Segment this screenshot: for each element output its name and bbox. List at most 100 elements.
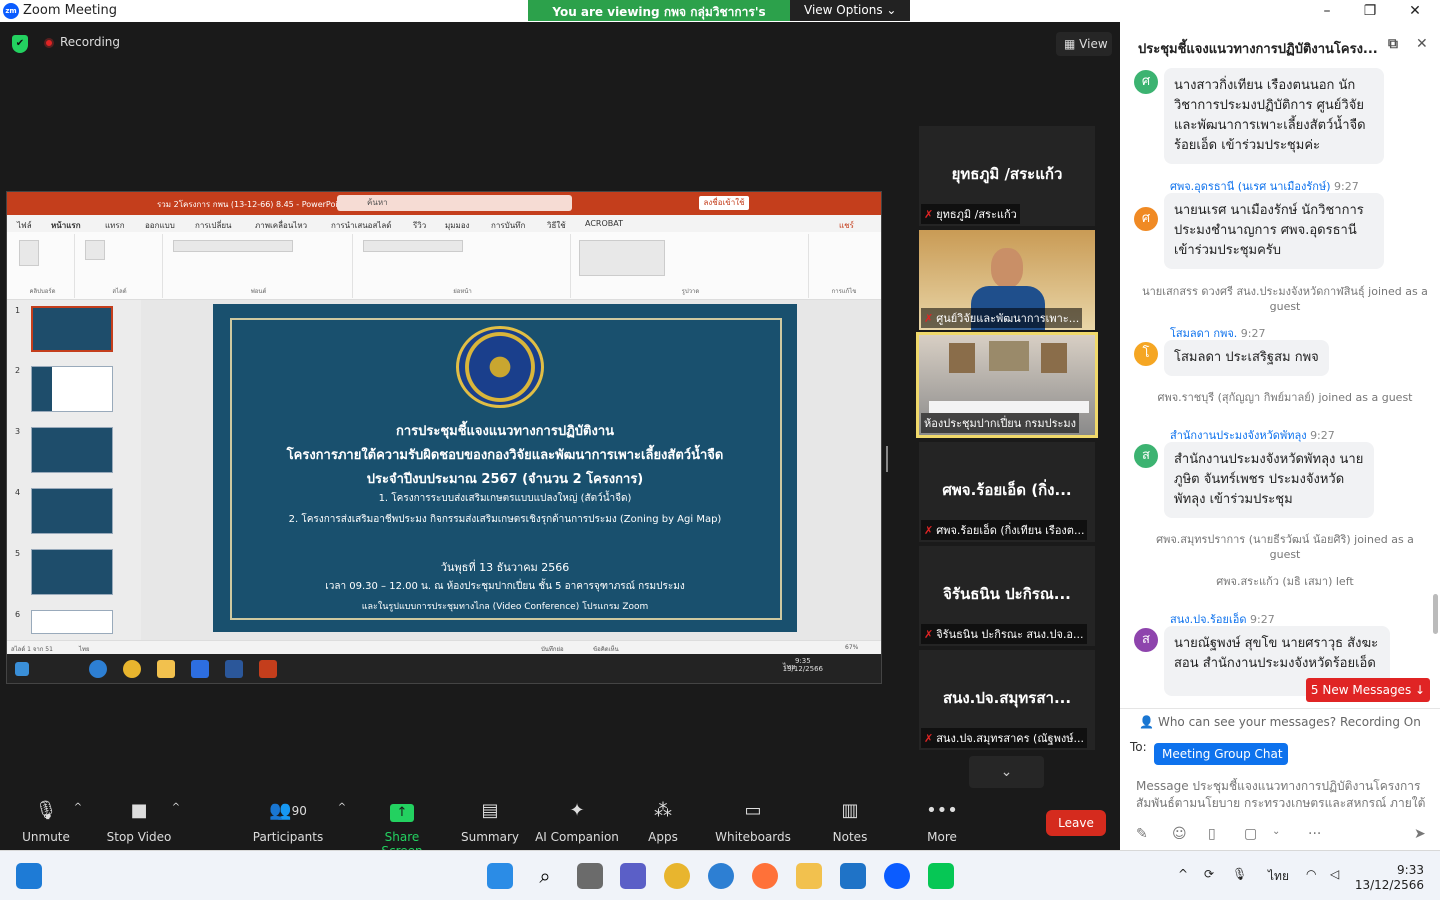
comments-button[interactable]: ข้อคิดเห็น <box>593 644 619 654</box>
close-window-button[interactable]: ✕ <box>1392 0 1438 22</box>
splitter-handle[interactable] <box>886 446 888 472</box>
slide-thumbnail[interactable] <box>31 427 113 473</box>
ppt-tab: การบันทึก <box>491 221 526 230</box>
muted-mic-icon: 🎙 <box>34 800 58 821</box>
line-app-icon[interactable] <box>928 863 954 889</box>
search-icon[interactable]: ⌕ <box>532 863 558 889</box>
microphone-icon[interactable]: 🎙 <box>1232 867 1247 881</box>
desktop-app-icon[interactable] <box>16 863 42 889</box>
language-indicator[interactable]: ไทย <box>1268 867 1289 886</box>
active-speaker-tile[interactable]: ห้องประชุมปากเปี่ยน กรมประมง <box>916 332 1098 438</box>
system-message: ศพจ.สมุทรปราการ (นายธีรวัฒน์ น้อยศิริ) j… <box>1156 533 1414 561</box>
slide-thumbnail[interactable] <box>31 306 113 352</box>
shared-screen[interactable]: รวม 2โครงการ กพน (13-12-66) 8.45 - Power… <box>6 191 882 684</box>
recipient-dropdown[interactable]: Meeting Group Chat ⌄ <box>1154 743 1288 783</box>
slide-count: สไลด์ 1 จาก 51 <box>11 646 53 653</box>
windows-start-icon[interactable] <box>487 863 513 889</box>
chevron-down-icon: ⌄ <box>886 3 897 17</box>
video-options-caret[interactable]: ^ <box>170 802 182 813</box>
share-screen-button[interactable]: ↑Share Screen <box>364 798 440 858</box>
participant-caption: ✗ ศูนย์วิจัยและพัฒนาการเพาะ... <box>921 308 1083 328</box>
participants-label: Participants <box>252 830 324 844</box>
emoji-icon[interactable]: ☺ <box>1172 826 1187 842</box>
ai-companion-label: AI Companion <box>535 830 619 844</box>
slide-item-2: 2. โครงการส่งเสริมอาชีพประมง กิจกรรมส่งเ… <box>288 514 722 525</box>
slide-thumbnail[interactable] <box>31 549 113 595</box>
participant-tile[interactable]: ศพจ.ร้อยเอ็ด (กิ่ง... ✗ ศพจ.ร้อยเอ็ด (กิ่… <box>919 442 1095 542</box>
more-button[interactable]: ••• More <box>918 798 966 844</box>
participant-tile[interactable]: ✗ ศูนย์วิจัยและพัฒนาการเพาะ... <box>919 230 1095 330</box>
leave-button[interactable]: Leave <box>1046 810 1106 836</box>
ppt-tab: ออกแบบ <box>145 221 175 230</box>
task-view-icon[interactable] <box>577 863 603 889</box>
view-button[interactable]: ▦ View <box>1056 32 1112 56</box>
more-dots-icon[interactable]: ··· <box>1308 826 1321 842</box>
participant-tile[interactable]: จิรันธนิน ปะกิรณ... ✗ จิรันธนิน ปะกิรณะ ส… <box>919 546 1095 646</box>
send-icon[interactable]: ➤ <box>1414 826 1426 842</box>
participants-button[interactable]: 👥90 Participants <box>252 798 324 844</box>
chat-scrollbar[interactable] <box>1433 594 1438 634</box>
slide-time: เวลา 09.30 – 12.00 น. ณ ห้องประชุมปากเปี… <box>325 581 685 592</box>
minimize-button[interactable]: – <box>1304 0 1350 22</box>
sync-icon[interactable]: ⟳ <box>1204 867 1214 881</box>
encryption-shield-icon[interactable]: ✔ <box>12 35 28 53</box>
message-input[interactable]: Message ประชุมชี้แจงแนวทางการปฏิบัติงานโ… <box>1136 778 1430 814</box>
summary-icon: ▤ <box>481 800 499 821</box>
ppt-titlebar: รวม 2โครงการ กพน (13-12-66) 8.45 - Power… <box>7 192 881 215</box>
stop-video-button[interactable]: ■ Stop Video <box>104 798 174 844</box>
wall-picture <box>1041 343 1067 373</box>
participant-tile[interactable]: สนง.ปจ.สมุทรสา... ✗ สนง.ปจ.สมุทรสาคร (ณัฐ… <box>919 650 1095 750</box>
scroll-tiles-down-button[interactable]: ⌄ <box>969 756 1044 788</box>
grid-view-icon: ▦ <box>1064 37 1076 51</box>
ai-companion-button[interactable]: ✦ AI Companion <box>534 798 620 844</box>
ppt-tab: การนำเสนอสไลด์ <box>331 221 392 230</box>
edge-icon[interactable] <box>708 863 734 889</box>
file-icon[interactable]: ▯ <box>1208 826 1216 842</box>
screenshot-icon[interactable]: ▢ <box>1244 826 1257 842</box>
slide-thumbnail[interactable] <box>31 488 113 534</box>
windows-taskbar: ⌕ ^ ⟳ 🎙 ไทย ◠ ◁ 9:33 13/12/2566 <box>0 850 1440 900</box>
apps-button[interactable]: ⁂ Apps <box>640 798 686 844</box>
notes-button[interactable]: บันทึกย่อ <box>541 644 564 654</box>
taskbar-clock[interactable]: 9:33 13/12/2566 <box>1355 863 1424 893</box>
current-slide: การประชุมชี้แจงแนวทางการปฏิบัติงาน โครงก… <box>213 304 797 632</box>
participant-name: ศพจ.ร้อยเอ็ด (กิ่ง... <box>942 481 1072 499</box>
close-chat-icon[interactable]: ✕ <box>1416 36 1428 52</box>
wifi-icon[interactable]: ◠ <box>1306 867 1316 881</box>
summary-button[interactable]: ▤ Summary <box>460 798 520 844</box>
zoom-app-icon[interactable] <box>884 863 910 889</box>
maximize-button[interactable]: ❐ <box>1347 0 1393 22</box>
firefox-icon[interactable] <box>752 863 778 889</box>
unmute-button[interactable]: 🎙 Unmute <box>16 798 76 844</box>
new-messages-button[interactable]: 5 New Messages ↓ <box>1306 678 1430 702</box>
recording-indicator[interactable]: Recording <box>44 35 120 49</box>
chat-message: โสมลดา ประเสริฐสม กพจ <box>1164 340 1329 376</box>
slide-thumbnail[interactable] <box>31 366 113 412</box>
participant-tile[interactable]: ยุทธภูมิ /สระแก้ว ✗ ยุทธภูมิ /สระแก้ว <box>919 126 1095 226</box>
ppt-tab: แทรก <box>105 221 125 230</box>
view-options-button[interactable]: View Options ⌄ <box>790 0 910 21</box>
volume-icon[interactable]: ◁ <box>1330 867 1339 881</box>
whiteboards-button[interactable]: ▭ Whiteboards <box>714 798 792 844</box>
notes-button[interactable]: ▥ Notes <box>826 798 874 844</box>
participants-caret[interactable]: ^ <box>336 802 348 813</box>
video-camera-icon: ■ <box>130 800 148 821</box>
who-can-see-link[interactable]: 👤 Who can see your messages? Recording O… <box>1120 708 1440 736</box>
participant-caption: ✗ ยุทธภูมิ /สระแก้ว <box>921 204 1020 224</box>
chevron-down-icon[interactable]: ⌄ <box>1272 826 1280 837</box>
avatar: ศ <box>1134 70 1158 94</box>
chat-title: ประชุมชี้แจงแนวทางการปฏิบัติงานโครง... <box>1138 42 1378 57</box>
chrome-icon[interactable] <box>664 863 690 889</box>
format-icon[interactable]: ✎ <box>1136 826 1148 842</box>
popout-icon[interactable]: ⧉ <box>1388 36 1398 52</box>
participant-name: จิรันธนิน ปะกิรณ... <box>943 585 1071 603</box>
mail-icon[interactable] <box>840 863 866 889</box>
chevron-up-icon[interactable]: ^ <box>1178 867 1188 881</box>
ppt-tab: ไฟล์ <box>17 221 32 230</box>
slide-thumbnails: 1 2 3 4 5 6 <box>7 300 141 640</box>
more-dots-icon: ••• <box>926 800 958 821</box>
audio-options-caret[interactable]: ^ <box>72 802 84 813</box>
teams-icon[interactable] <box>620 863 646 889</box>
slide-thumbnail[interactable] <box>31 610 113 634</box>
file-explorer-icon[interactable] <box>796 863 822 889</box>
